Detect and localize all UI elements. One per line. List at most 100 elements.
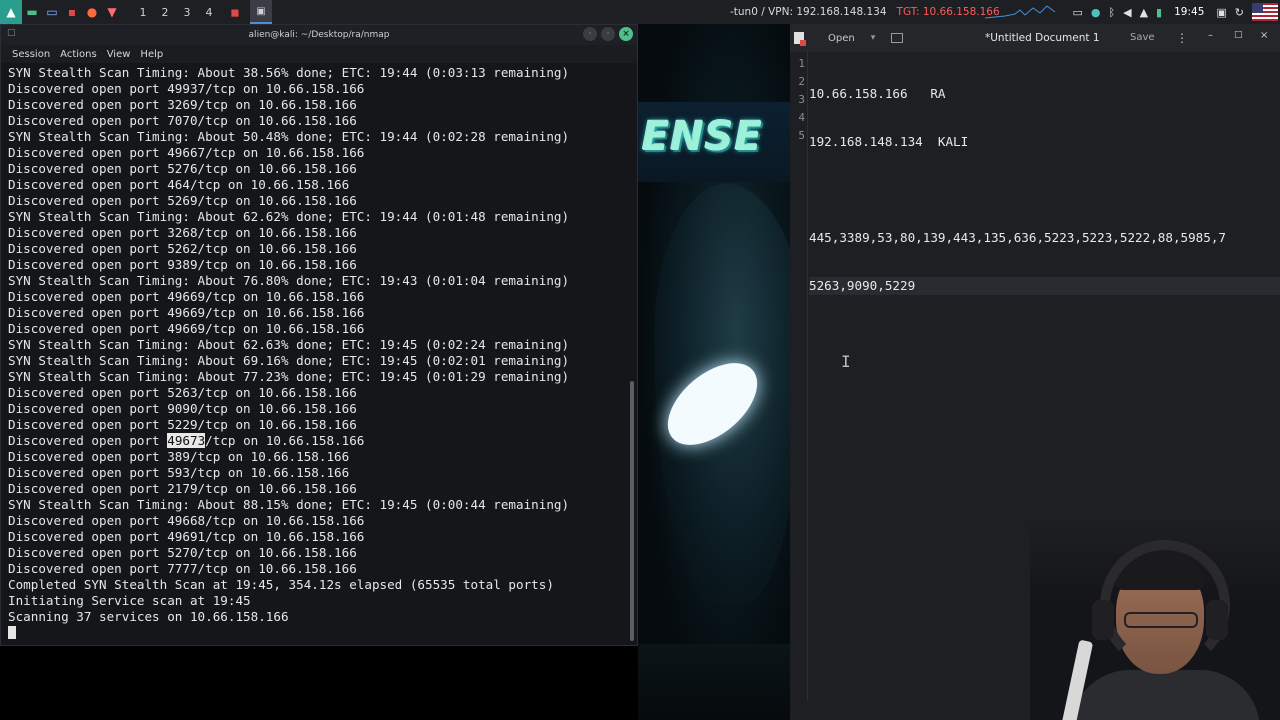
terminal-line: Discovered open port 5269/tcp on 10.66.1… (8, 193, 357, 208)
terminal-line: Discovered open port 389/tcp on 10.66.15… (8, 449, 350, 464)
text-cursor-icon: I (841, 352, 851, 371)
editor-line[interactable]: 192.168.148.134 KALI (809, 133, 1280, 151)
clock[interactable]: 19:45 (1174, 6, 1204, 18)
terminal-line: SYN Stealth Scan Timing: About 76.80% do… (8, 273, 570, 288)
webcam-overlay (1030, 520, 1280, 720)
terminal-line: Discovered open port 49691/tcp on 10.66.… (8, 529, 365, 544)
save-button[interactable]: Save (1130, 32, 1155, 43)
terminal-line: Discovered open port 2179/tcp on 10.66.1… (8, 481, 357, 496)
close-button[interactable]: × (619, 27, 633, 41)
selected-text[interactable]: 49673 (167, 433, 206, 448)
refresh-icon[interactable]: ↻ (1235, 6, 1244, 19)
terminal-task-icon[interactable]: ▣ (250, 0, 272, 24)
launcher-area: ▲ ▬ ▭ ▪ ● ▼ ▢ ▾ 1 2 3 4 ◼ ▣ (0, 0, 638, 646)
line-number: 4 (798, 111, 805, 124)
terminal-line: Discovered open port 5263/tcp on 10.66.1… (8, 385, 357, 400)
open-button[interactable]: Open (828, 33, 855, 44)
editor-headerbar[interactable]: Open ▾ *Untitled Document 1 Save ⋮ – □ × (790, 24, 1280, 52)
update-icon[interactable]: ● (1091, 6, 1101, 19)
terminal-line: Discovered open port 49667/tcp on 10.66.… (8, 145, 365, 160)
terminal-line: SYN Stealth Scan Timing: About 62.63% do… (8, 337, 570, 352)
editor-line-current[interactable]: 5263,9090,5229 (809, 277, 1280, 295)
terminal-app-icon[interactable]: ▬ (22, 0, 42, 24)
terminal-line: Discovered open port 5262/tcp on 10.66.1… (8, 241, 357, 256)
menu-edit[interactable]: View (107, 49, 131, 60)
editor-text[interactable]: 10.66.158.166 RA 192.168.148.134 KALI 44… (809, 55, 1280, 325)
chevron-down-icon[interactable]: ▾ (871, 33, 876, 43)
terminal-line: Discovered open port 7070/tcp on 10.66.1… (8, 113, 357, 128)
top-panel: ▲ ▬ ▭ ▪ ● ▼ ▢ ▾ 1 2 3 4 ◼ ▣ -tun0 / VPN:… (0, 0, 1280, 646)
vpn-text: -tun0 / VPN: 192.168.148.134 (730, 6, 887, 18)
volume-icon[interactable]: ◀ (1123, 6, 1131, 19)
notifications-icon[interactable]: ▲ (1140, 6, 1148, 19)
menu-actions[interactable]: Actions (60, 49, 97, 60)
terminal-line: Discovered open port 9389/tcp on 10.66.1… (8, 257, 357, 272)
menu-view[interactable]: Help (140, 49, 163, 60)
editor-line[interactable]: 10.66.158.166 RA (809, 85, 1280, 103)
terminal-line: Completed SYN Stealth Scan at 19:45, 354… (8, 577, 554, 592)
us-flag-icon[interactable] (1252, 3, 1278, 21)
terminal-line: Discovered open port 49673/tcp on 10.66.… (8, 433, 365, 448)
workspace-1[interactable]: 1 (132, 6, 154, 19)
menu-session[interactable]: Session (12, 49, 50, 60)
minimize-icon[interactable]: – (1208, 30, 1213, 41)
bluetooth-icon[interactable]: ᛒ (1109, 6, 1116, 19)
workspace-3[interactable]: 3 (176, 6, 198, 19)
new-tab-icon[interactable] (891, 33, 904, 43)
terminal-line: Discovered open port 49669/tcp on 10.66.… (8, 321, 365, 336)
editor-app-icon (794, 32, 806, 46)
maximize-icon[interactable]: □ (1234, 30, 1243, 40)
terminal-line: SYN Stealth Scan Timing: About 77.23% do… (8, 369, 570, 384)
terminal-line: SYN Stealth Scan Timing: About 88.15% do… (8, 497, 570, 512)
pin-icon[interactable]: □ (7, 28, 16, 38)
firefox-icon[interactable]: ● (82, 0, 102, 24)
terminal-line: SYN Stealth Scan Timing: About 50.48% do… (8, 129, 570, 144)
terminal-line: Discovered open port 49668/tcp on 10.66.… (8, 513, 365, 528)
minimize-button[interactable]: · (583, 27, 597, 41)
terminal-line: Discovered open port 5270/tcp on 10.66.1… (8, 545, 357, 560)
editor-title: *Untitled Document 1 (985, 32, 1100, 44)
terminal-window: □ alien@kali: ~/Desktop/ra/nmap · · × Se… (0, 24, 638, 646)
vpn-status: -tun0 / VPN: 192.168.148.134 TGT: 10.66.… (730, 0, 1000, 24)
workspace-2[interactable]: 2 (154, 6, 176, 19)
battery-icon[interactable]: ▮ (1156, 6, 1162, 19)
terminal-line: Initiating Service scan at 19:45 (8, 593, 251, 608)
terminal-line: SYN Stealth Scan Timing: About 38.56% do… (8, 65, 570, 80)
workspace-4[interactable]: 4 (198, 6, 220, 19)
terminal-line: SYN Stealth Scan Timing: About 69.16% do… (8, 353, 570, 368)
file-manager-icon[interactable]: ▭ (42, 0, 62, 24)
terminal-cursor (8, 626, 16, 639)
monitor-icon[interactable]: ▭ (1072, 6, 1082, 19)
terminal-line: Discovered open port 464/tcp on 10.66.15… (8, 177, 350, 192)
terminal-line: Discovered open port 9090/tcp on 10.66.1… (8, 401, 357, 416)
terminal-output[interactable]: SYN Stealth Scan Timing: About 38.56% do… (1, 63, 629, 645)
terminal-scrollbar[interactable] (630, 381, 634, 641)
terminal-line: Discovered open port 3268/tcp on 10.66.1… (8, 225, 357, 240)
maximize-button[interactable]: · (601, 27, 615, 41)
terminal-line: Discovered open port 3269/tcp on 10.66.1… (8, 97, 357, 112)
line-number: 2 (798, 75, 805, 88)
network-graph (985, 5, 1055, 19)
terminal-titlebar[interactable]: □ alien@kali: ~/Desktop/ra/nmap · · × (1, 25, 637, 45)
menu-icon[interactable]: ⋮ (1176, 31, 1188, 45)
terminal-line: Scanning 37 services on 10.66.158.166 (8, 609, 289, 624)
headphone-cup-right (1206, 600, 1228, 640)
editor-line[interactable]: 445,3389,53,80,139,443,135,636,5223,5223… (809, 229, 1280, 247)
line-number: 5 (798, 129, 805, 142)
editor-line[interactable] (809, 181, 1280, 199)
line-number: 3 (798, 93, 805, 106)
headphone-cup-left (1092, 600, 1114, 640)
lock-icon[interactable]: ▣ (1216, 6, 1226, 19)
terminal-line: Discovered open port 49669/tcp on 10.66.… (8, 305, 365, 320)
line-number-gutter: 1 2 3 4 5 (790, 52, 808, 700)
video-icon[interactable]: ◼ (224, 0, 246, 24)
wallpaper-bottom (638, 644, 790, 720)
line-number: 1 (798, 57, 805, 70)
kali-menu-icon[interactable]: ▲ (0, 0, 22, 24)
terminal-prompt-line[interactable] (8, 625, 629, 641)
terminal-line: Discovered open port 593/tcp on 10.66.15… (8, 465, 350, 480)
terminal-line: Discovered open port 5276/tcp on 10.66.1… (8, 161, 357, 176)
text-editor-icon[interactable]: ▪ (62, 0, 82, 24)
burp-icon[interactable]: ▼ (102, 0, 122, 24)
close-icon[interactable]: × (1260, 30, 1268, 41)
